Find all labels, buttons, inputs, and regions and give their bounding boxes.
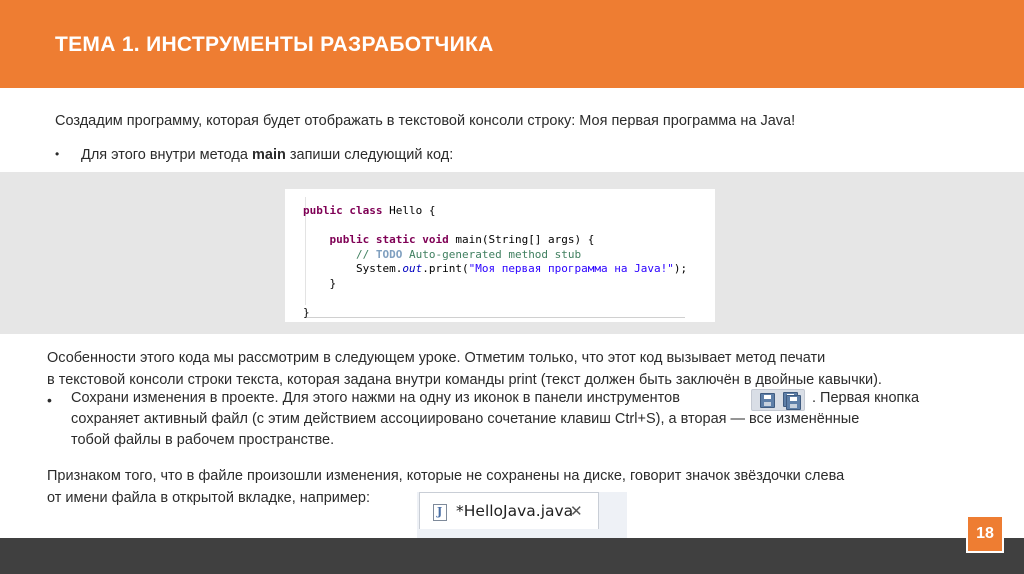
paragraph-line: Особенности этого кода мы рассмотрим в с…: [47, 350, 826, 366]
toolbar-save-icons: [751, 389, 805, 411]
save-all-icon-back: [786, 395, 801, 410]
bullet-dot: •: [47, 392, 52, 408]
code-brace: }: [303, 306, 310, 320]
bullet-line: Сохрани изменения в проекте. Для этого н…: [71, 390, 680, 406]
code-comment: Auto-generated method stub: [402, 247, 582, 261]
bullet-dot: •: [55, 147, 60, 161]
paragraph-line: от имени файла в открытой вкладке, напри…: [47, 490, 370, 506]
code-todo-tag: TODO: [375, 247, 403, 261]
footer-bar: [0, 538, 1024, 574]
bullet-line: сохраняет активный файл (с этим действие…: [71, 411, 860, 427]
intro-highlight: Моя первая программа на Java!: [579, 113, 796, 129]
save-icon: [760, 393, 775, 408]
code-keyword: public static void: [329, 233, 449, 247]
bullet-text-main: main: [251, 147, 286, 163]
editor-tab-example: J *HelloJava.java ✕: [417, 492, 627, 538]
bullet-line-end: . Первая кнопка: [812, 390, 920, 406]
bullet-line: тобой файлы в рабочем пространстве.: [71, 432, 335, 448]
header-bar: ТЕМА 1. ИНСТРУМЕНТЫ РАЗРАБОТЧИКА: [0, 0, 1024, 88]
intro-text: Создадим программу, которая будет отобра…: [55, 113, 795, 129]
page-title: ТЕМА 1. ИНСТРУМЕНТЫ РАЗРАБОТЧИКА: [55, 33, 494, 56]
editor-tab: J *HelloJava.java ✕: [419, 492, 599, 529]
code-string: "Моя первая программа на Java!": [468, 262, 674, 276]
bullet-text: Для этого внутри метода main запиши след…: [81, 147, 453, 163]
code-keyword: public class: [303, 204, 383, 217]
code-text: );: [673, 262, 688, 276]
code-text: main(String[] args) {: [448, 233, 595, 247]
bullet-text-after: запиши следующий код:: [285, 147, 454, 163]
tab-title: *HelloJava.java: [456, 502, 574, 520]
code-field: out: [402, 262, 423, 276]
page-number: 18: [966, 515, 1004, 553]
code-text: System.: [355, 262, 403, 276]
code-text: Hello {: [382, 204, 436, 217]
paragraph-line: Признаком того, что в файле произошли из…: [47, 468, 845, 484]
code-text: .print(: [422, 262, 469, 276]
close-icon: ✕: [570, 502, 583, 520]
java-file-icon-letter: J: [437, 505, 443, 518]
paragraph-line: в текстовой консоли строки текста, котор…: [47, 372, 882, 388]
bullet-text-before: Для этого внутри метода: [81, 147, 252, 163]
java-file-icon: J: [433, 504, 447, 521]
intro-sentence: Создадим программу, которая будет отобра…: [55, 113, 580, 129]
code-comment: //: [355, 247, 376, 261]
code-brace: }: [329, 276, 337, 290]
code-screenshot: public class Hello { public static void …: [285, 189, 715, 322]
code-listing: public class Hello { public static void …: [303, 204, 687, 321]
